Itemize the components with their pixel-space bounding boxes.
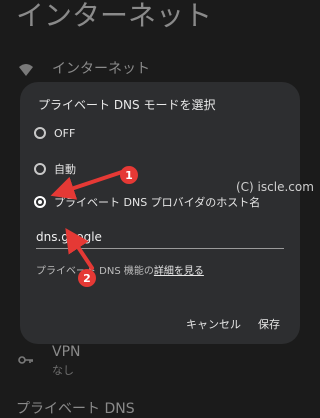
annotation-arrows [50, 170, 124, 270]
annotation-badge-2: 2 [78, 269, 96, 287]
arrow-1 [50, 170, 124, 200]
arrow-2 [65, 228, 94, 270]
annotation-badge-1: 1 [120, 166, 138, 184]
